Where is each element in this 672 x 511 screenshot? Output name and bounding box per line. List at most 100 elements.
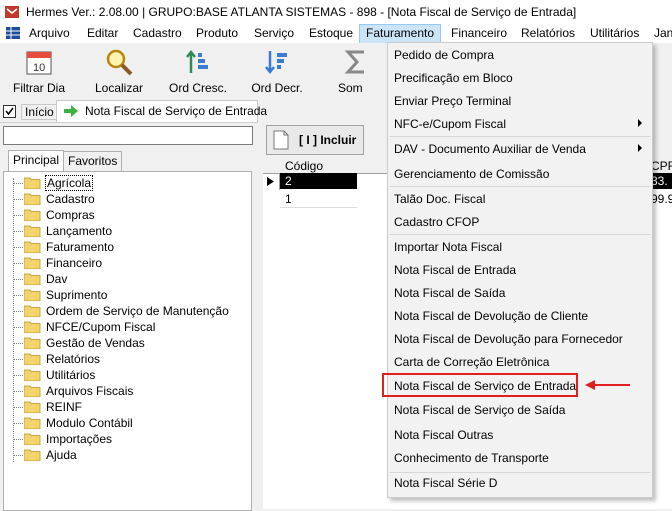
search-icon <box>106 49 133 76</box>
tree-connector <box>14 343 23 344</box>
menu-item[interactable]: Cadastro CFOP <box>388 211 652 233</box>
ord-decr-label: Ord Decr. <box>251 81 303 95</box>
menu-item[interactable]: Talão Doc. Fiscal <box>388 188 652 210</box>
menu-servico[interactable]: Serviço <box>254 26 294 40</box>
menu-cadastro[interactable]: Cadastro <box>133 26 182 40</box>
tree-item-label: Ajuda <box>46 448 77 462</box>
tree-item[interactable]: Arquivos Fiscais <box>3 383 243 399</box>
menu-editar[interactable]: Editar <box>87 26 118 40</box>
menu-bar: Arquivo Editar Cadastro Produto Serviço … <box>0 24 672 44</box>
localizar-label: Localizar <box>94 81 144 95</box>
arrow-right-icon <box>64 105 78 117</box>
menu-item[interactable]: Nota Fiscal de Serviço de Saída <box>388 399 652 421</box>
tree-item-label: Importações <box>46 432 113 446</box>
menu-item[interactable]: Carta de Correção Eletrônica <box>388 351 652 373</box>
menu-item[interactable]: Nota Fiscal Série D <box>388 472 652 494</box>
menu-utilitarios[interactable]: Utilitários <box>590 26 639 40</box>
tree-item-label: NFCE/Cupom Fiscal <box>46 320 156 334</box>
menu-relatorios[interactable]: Relatórios <box>521 26 575 40</box>
tab-favoritos[interactable]: Favoritos <box>63 151 123 171</box>
incluir-button[interactable]: [ I ] Incluir <box>266 125 364 155</box>
tree-item-label: Faturamento <box>46 240 115 254</box>
tree-item[interactable]: Ordem de Serviço de Manutenção <box>3 303 243 319</box>
col-cpf[interactable]: CPF <box>651 159 672 173</box>
tree-connector <box>14 215 23 216</box>
tree-item[interactable]: Modulo Contábil <box>3 415 243 431</box>
folder-icon <box>24 241 41 253</box>
search-input[interactable] <box>3 126 253 145</box>
tree-item[interactable]: Cadastro <box>3 191 243 207</box>
document-icon <box>273 130 289 150</box>
panel-tabs: Principal Favoritos <box>3 150 251 172</box>
folder-icon <box>24 449 41 461</box>
menu-financeiro[interactable]: Financeiro <box>451 26 507 40</box>
menu-faturamento[interactable]: Faturamento <box>359 24 442 44</box>
tree-item[interactable]: Financeiro <box>3 255 243 271</box>
menu-item[interactable]: DAV - Documento Auxiliar de Venda <box>388 138 652 160</box>
menu-item[interactable]: Nota Fiscal de Devolução para Fornecedor <box>388 328 652 350</box>
folder-icon <box>24 401 41 413</box>
title-bar: Hermes Ver.: 2.08.00 | GRUPO:BASE ATLANT… <box>0 0 672 25</box>
menu-separator <box>389 472 651 473</box>
tree-item[interactable]: NFCE/Cupom Fiscal <box>3 319 243 335</box>
folder-icon <box>24 177 41 189</box>
tree-connector <box>14 423 23 424</box>
menu-item[interactable]: Nota Fiscal de Saída <box>388 282 652 304</box>
menu-separator <box>389 186 651 187</box>
menu-item[interactable]: Importar Nota Fiscal <box>388 236 652 258</box>
menu-arquivo[interactable]: Arquivo <box>29 26 70 40</box>
col-codigo[interactable]: Código <box>285 159 323 173</box>
tree-item-label: Modulo Contábil <box>46 416 133 430</box>
menu-item[interactable]: Nota Fiscal de Devolução de Cliente <box>388 305 652 327</box>
tree-item[interactable]: REINF <box>3 399 243 415</box>
menu-janela[interactable]: Jan <box>654 26 672 40</box>
tab-principal[interactable]: Principal <box>8 150 65 172</box>
tree-item[interactable]: Faturamento <box>3 239 243 255</box>
tree-item[interactable]: Suprimento <box>3 287 243 303</box>
menu-produto[interactable]: Produto <box>196 26 238 40</box>
tree-item[interactable]: Agrícola <box>3 175 243 191</box>
tree-item[interactable]: Compras <box>3 207 243 223</box>
tree-item-label: Utilitários <box>46 368 96 382</box>
menu-item-label: NFC-e/Cupom Fiscal <box>394 117 507 131</box>
menu-item-label: Nota Fiscal de Saída <box>394 286 506 300</box>
tree-item-label: Gestão de Vendas <box>46 336 145 350</box>
menu-item[interactable]: Enviar Preço Terminal <box>388 90 652 112</box>
tree-item[interactable]: Lançamento <box>3 223 243 239</box>
cell-cpf: 33. <box>651 174 668 188</box>
menu-item[interactable]: Precificação em Bloco <box>388 67 652 89</box>
tree-item-label: Financeiro <box>46 256 103 270</box>
folder-icon <box>24 305 41 317</box>
tree-connector <box>14 295 23 296</box>
menu-item[interactable]: Gerenciamento de Comissão <box>388 163 652 185</box>
folder-icon <box>24 417 41 429</box>
menu-estoque[interactable]: Estoque <box>309 26 353 40</box>
cell-cpf: 99.9 <box>651 192 672 206</box>
tree-item[interactable]: Importações <box>3 431 243 447</box>
menu-item[interactable]: Nota Fiscal Outras <box>388 424 652 446</box>
table-row[interactable]: 1 <box>280 191 357 208</box>
submenu-arrow-icon <box>638 119 642 127</box>
table-row[interactable]: 2 <box>280 173 357 189</box>
tree-item[interactable]: Gestão de Vendas <box>3 335 243 351</box>
tree-item[interactable]: Relatórios <box>3 351 243 367</box>
menu-item-label: Enviar Preço Terminal <box>394 94 512 108</box>
menu-item[interactable]: Nota Fiscal de Entrada <box>388 259 652 281</box>
tree-item-label: Suprimento <box>46 288 108 302</box>
tree-item[interactable]: Dav <box>3 271 243 287</box>
faturamento-menu: Pedido de Compra Precificação em Bloco Env… <box>387 42 653 498</box>
tree-item-label: Agrícola <box>45 175 94 191</box>
somar-label: Som <box>338 81 363 95</box>
tree-item[interactable]: Utilitários <box>3 367 243 383</box>
folder-icon <box>24 289 41 301</box>
tab-nota-fiscal-servico-entrada[interactable]: Nota Fiscal de Serviço de Entrada <box>56 100 267 122</box>
folder-icon <box>24 433 41 445</box>
menu-item[interactable]: Conhecimento de Transporte <box>388 447 652 469</box>
menu-item[interactable]: Pedido de Compra <box>388 44 652 66</box>
tree-item[interactable]: Ajuda <box>3 447 243 463</box>
menu-separator <box>389 136 651 137</box>
grid-icon[interactable] <box>6 27 20 39</box>
menu-item[interactable]: NFC-e/Cupom Fiscal <box>388 113 652 135</box>
checkbox[interactable] <box>3 105 16 118</box>
tab-inicio[interactable]: Início <box>21 104 58 120</box>
